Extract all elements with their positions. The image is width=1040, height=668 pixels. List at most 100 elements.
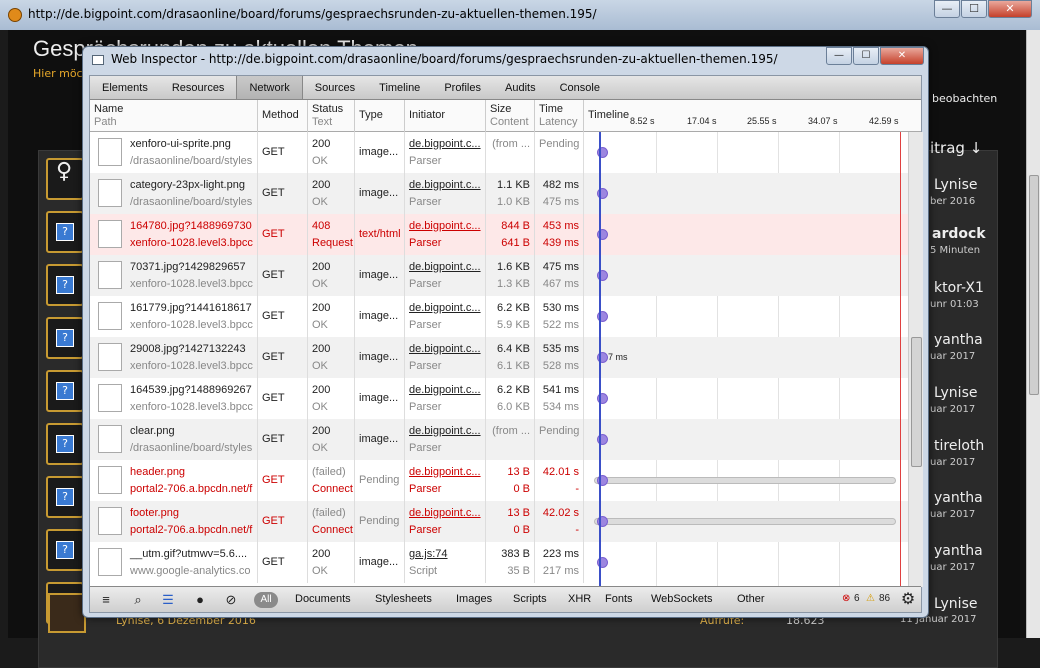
maximize-button[interactable]: ☐ — [961, 0, 987, 18]
cell-initiator[interactable]: de.bigpoint.c... Parser — [405, 337, 486, 378]
cell-name[interactable]: footer.png portal2-706.a.bpcdn.net/f — [90, 501, 258, 542]
sort-link[interactable]: itrag ↓ — [930, 139, 982, 157]
cell-name[interactable]: header.png portal2-706.a.bpcdn.net/f — [90, 460, 258, 501]
close-button[interactable]: ✕ — [880, 47, 924, 65]
cell-initiator[interactable]: de.bigpoint.c... Parser — [405, 173, 486, 214]
table-row[interactable]: 161779.jpg?1441618617 xenforo-1028.level3… — [90, 296, 908, 337]
last-poster-name[interactable]: Lynise — [934, 385, 977, 402]
table-row[interactable]: 164780.jpg?1488969730 xenforo-1028.level3… — [90, 214, 908, 255]
cell-name[interactable]: category-23px-light.png/drasaonline/boar… — [90, 173, 258, 214]
avatar[interactable] — [46, 264, 84, 306]
initiator-link[interactable]: de.bigpoint.c... — [409, 136, 481, 153]
cell-name[interactable]: clear.png/drasaonline/board/styles — [90, 419, 258, 460]
col-size[interactable]: Size Content — [486, 100, 535, 132]
cell-initiator[interactable]: de.bigpoint.c... Parser — [405, 214, 486, 255]
cell-initiator[interactable]: de.bigpoint.c... Parser — [405, 255, 486, 296]
tab-resources[interactable]: Resources — [160, 76, 237, 99]
last-poster-name[interactable]: ktor-X1 — [934, 280, 984, 297]
scrollbar-thumb[interactable] — [911, 337, 922, 467]
tab-console[interactable]: Console — [548, 76, 612, 99]
last-poster-name[interactable]: ardock — [932, 226, 986, 243]
cell-initiator[interactable]: de.bigpoint.c... Parser — [405, 296, 486, 337]
last-poster-name[interactable]: Lynise — [934, 596, 977, 613]
minimize-button[interactable]: — — [826, 47, 852, 65]
filter-xhr[interactable]: XHR — [568, 593, 591, 605]
warning-count[interactable]: 86 — [879, 593, 890, 604]
col-time[interactable]: Time Latency — [535, 100, 584, 132]
search-icon[interactable]: ⌕ — [130, 592, 146, 608]
avatar[interactable] — [46, 158, 84, 200]
cell-name[interactable]: 164780.jpg?1488969730 xenforo-1028.level3… — [90, 214, 258, 255]
avatar[interactable] — [46, 317, 84, 359]
cell-initiator[interactable]: de.bigpoint.c... Parser — [405, 419, 486, 460]
initiator-link[interactable]: de.bigpoint.c... — [409, 177, 481, 194]
cell-name[interactable]: 70371.jpg?1429829657 xenforo-1028.level3.… — [90, 255, 258, 296]
filter-documents[interactable]: Documents — [295, 593, 351, 605]
filter-scripts[interactable]: Scripts — [513, 593, 547, 605]
cell-initiator[interactable]: de.bigpoint.c... Parser — [405, 378, 486, 419]
avatar[interactable] — [48, 593, 86, 633]
cell-name[interactable]: 164539.jpg?1488969267 xenforo-1028.level3… — [90, 378, 258, 419]
table-row[interactable]: clear.png/drasaonline/board/styles GET 200… — [90, 419, 908, 460]
tab-elements[interactable]: Elements — [90, 76, 160, 99]
page-scrollbar[interactable] — [1026, 30, 1040, 638]
initiator-link[interactable]: de.bigpoint.c... — [409, 505, 481, 522]
last-poster-name[interactable]: yantha — [934, 332, 983, 349]
table-row[interactable]: __utm.gif?utmwv=5.6.... www.google-analyt… — [90, 542, 908, 583]
cell-name[interactable]: 29008.jpg?1427132243 xenforo-1028.level3.… — [90, 337, 258, 378]
maximize-button[interactable]: ☐ — [853, 47, 879, 65]
col-status[interactable]: Status Text — [308, 100, 355, 132]
tab-timeline[interactable]: Timeline — [367, 76, 432, 99]
initiator-link[interactable]: ga.js:74 — [409, 546, 481, 563]
close-button[interactable]: ✕ — [988, 0, 1032, 18]
watch-link[interactable]: beobachten — [932, 92, 997, 105]
avatar[interactable] — [46, 211, 84, 253]
minimize-button[interactable]: — — [934, 0, 960, 18]
list-view-icon[interactable]: ☰ — [160, 592, 176, 608]
error-icon[interactable]: ⊗ — [842, 593, 850, 604]
col-name[interactable]: Name Path — [90, 100, 258, 132]
table-row[interactable]: 164539.jpg?1488969267 xenforo-1028.level3… — [90, 378, 908, 419]
cell-initiator[interactable]: de.bigpoint.c... Parser — [405, 460, 486, 501]
initiator-link[interactable]: de.bigpoint.c... — [409, 218, 481, 235]
filter-other[interactable]: Other — [737, 593, 765, 605]
console-drawer-icon[interactable]: ≡ — [98, 592, 114, 608]
record-icon[interactable]: ● — [192, 592, 208, 608]
cell-initiator[interactable]: de.bigpoint.c... Parser — [405, 501, 486, 542]
initiator-link[interactable]: de.bigpoint.c... — [409, 300, 481, 317]
col-initiator[interactable]: Initiator — [405, 100, 486, 132]
initiator-link[interactable]: de.bigpoint.c... — [409, 259, 481, 276]
table-row[interactable]: xenforo-ui-sprite.png/drasaonline/board/… — [90, 132, 908, 173]
initiator-link[interactable]: de.bigpoint.c... — [409, 382, 481, 399]
col-type[interactable]: Type — [355, 100, 405, 132]
cell-name[interactable]: 161779.jpg?1441618617 xenforo-1028.level3… — [90, 296, 258, 337]
tab-audits[interactable]: Audits — [493, 76, 548, 99]
error-count[interactable]: 6 — [854, 593, 860, 604]
filter-images[interactable]: Images — [456, 593, 492, 605]
cell-initiator[interactable]: ga.js:74 Script — [405, 542, 486, 583]
last-poster-name[interactable]: Lynise — [934, 177, 977, 194]
scrollbar-thumb[interactable] — [1029, 175, 1039, 395]
table-row[interactable]: 29008.jpg?1427132243 xenforo-1028.level3.… — [90, 337, 908, 378]
cell-name[interactable]: xenforo-ui-sprite.png/drasaonline/board/… — [90, 132, 258, 173]
avatar[interactable] — [46, 370, 84, 412]
avatar[interactable] — [46, 529, 84, 571]
clear-icon[interactable]: ⊘ — [223, 592, 239, 608]
initiator-link[interactable]: de.bigpoint.c... — [409, 423, 481, 440]
last-poster-name[interactable]: tireloth — [934, 438, 984, 455]
table-row[interactable]: footer.png portal2-706.a.bpcdn.net/f GET (f… — [90, 501, 908, 542]
tab-profiles[interactable]: Profiles — [432, 76, 493, 99]
col-method[interactable]: Method — [258, 100, 308, 132]
cell-initiator[interactable]: de.bigpoint.c... Parser — [405, 132, 486, 173]
tab-sources[interactable]: Sources — [303, 76, 367, 99]
avatar[interactable] — [46, 423, 84, 465]
tab-network[interactable]: Network — [236, 76, 303, 99]
network-scrollbar[interactable] — [908, 132, 923, 587]
last-poster-name[interactable]: yantha — [934, 490, 983, 507]
filter-fonts[interactable]: Fonts — [605, 593, 633, 605]
cell-name[interactable]: __utm.gif?utmwv=5.6.... www.google-analyt… — [90, 542, 258, 583]
warning-icon[interactable]: ⚠ — [866, 593, 875, 604]
filter-websockets[interactable]: WebSockets — [651, 593, 713, 605]
filter-stylesheets[interactable]: Stylesheets — [375, 593, 432, 605]
avatar[interactable] — [46, 476, 84, 518]
